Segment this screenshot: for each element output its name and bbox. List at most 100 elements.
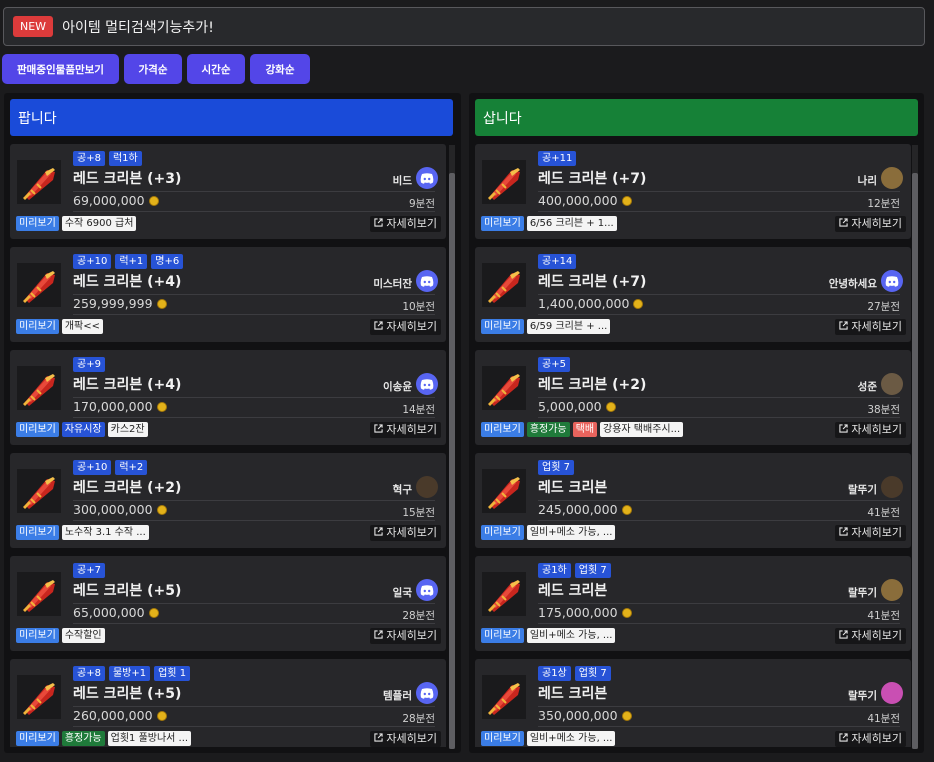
detail-button[interactable]: 자세히보기 [835,731,906,747]
photo-avatar[interactable] [881,167,903,189]
option-tags: 업횟 7 [538,460,574,475]
meso-coin-icon [621,607,632,618]
discord-icon[interactable] [881,270,903,292]
discord-icon[interactable] [416,682,438,704]
card-tags-row: 미리보기 자유시장 카스2잔 [16,422,148,437]
card-tags-row: 미리보기 6/56 크리븐 + 1... [481,216,617,231]
detail-button[interactable]: 자세히보기 [835,525,906,541]
detail-button[interactable]: 자세히보기 [370,319,441,335]
divider [73,191,435,192]
filter-selling-only-button[interactable]: 판매중인물품만보기 [2,54,119,84]
item-price: 1,400,000,000 [538,296,630,311]
listing-card[interactable]: 공1하 업횟 7 레드 크리븐 175,000,000 랄뚜기 41분전 미리보기 일비+메소… [475,556,911,651]
price-row: 350,000,000 [538,708,632,723]
listing-card[interactable]: 공+11 레드 크리븐 (+7) 400,000,000 나리 12분전 미리보기 6/56… [475,144,911,239]
discord-icon[interactable] [416,373,438,395]
photo-avatar[interactable] [881,682,903,704]
detail-button[interactable]: 자세히보기 [835,628,906,644]
buy-list[interactable]: 공+11 레드 크리븐 (+7) 400,000,000 나리 12분전 미리보기 6/56… [475,144,911,747]
sell-scroll-thumb[interactable] [449,173,455,749]
option-tag: 공+5 [538,357,570,372]
discord-icon[interactable] [416,270,438,292]
preview-tag[interactable]: 미리보기 [16,525,59,540]
divider [73,623,435,624]
listing-card[interactable]: 공+10 럭+1 명+6 레드 크리븐 (+4) 259,999,999 미스터잔 10분전… [10,247,446,342]
external-link-icon [839,217,849,231]
option-tags: 공+14 [538,254,577,269]
external-link-icon [374,526,384,540]
price-row: 1,400,000,000 [538,296,644,311]
note-tag: 강용자 택배주시... [600,422,684,437]
external-link-icon [839,629,849,643]
detail-button[interactable]: 자세히보기 [370,731,441,747]
item-icon [482,675,526,719]
note-tag: 일비+메소 가능, ... [526,525,616,540]
preview-tag[interactable]: 미리보기 [16,422,59,437]
posted-time: 38분전 [867,404,900,416]
listing-card[interactable]: 공+8 럭1하 레드 크리븐 (+3) 69,000,000 비드 9분전 미리보기 수작 6… [10,144,446,239]
listing-card[interactable]: 공1상 업횟 7 레드 크리븐 350,000,000 랄뚜기 41분전 미리보기 일비+메소… [475,659,911,747]
divider [73,314,435,315]
preview-tag[interactable]: 미리보기 [481,216,524,231]
option-tag: 물방+1 [108,666,151,681]
preview-tag[interactable]: 미리보기 [16,319,59,334]
meso-coin-icon [621,195,632,206]
detail-button[interactable]: 자세히보기 [370,216,441,232]
item-price: 5,000,000 [538,399,602,414]
note-tag: 수작 6900 급처 [61,216,137,231]
sort-enhance-button[interactable]: 강화순 [250,54,310,84]
item-price: 300,000,000 [73,502,153,517]
photo-avatar[interactable] [881,579,903,601]
buy-scroll-thumb[interactable] [912,173,918,749]
listing-card[interactable]: 공+8 물방+1 업횟 1 레드 크리븐 (+5) 260,000,000 템플러 28분전… [10,659,446,747]
posted-time: 41분전 [867,507,900,519]
detail-button[interactable]: 자세히보기 [370,422,441,438]
preview-tag[interactable]: 미리보기 [481,731,524,746]
item-icon [482,469,526,513]
listing-card[interactable]: 공+14 레드 크리븐 (+7) 1,400,000,000 안녕하세요 27분전 미리보… [475,247,911,342]
preview-tag[interactable]: 미리보기 [481,319,524,334]
preview-tag[interactable]: 미리보기 [481,525,524,540]
item-icon [482,160,526,204]
item-title: 레드 크리븐 (+4) [73,377,182,393]
detail-button[interactable]: 자세히보기 [835,422,906,438]
sell-list[interactable]: 공+8 럭1하 레드 크리븐 (+3) 69,000,000 비드 9분전 미리보기 수작 6… [10,144,446,747]
preview-tag[interactable]: 미리보기 [16,628,59,643]
seller-name: 혁구 [392,484,412,496]
photo-avatar[interactable] [881,373,903,395]
filter-bar: 판매중인물품만보기 가격순 시간순 강화순 [2,54,310,84]
option-tag: 업횟 1 [154,666,191,681]
discord-icon[interactable] [416,579,438,601]
option-tags: 공+5 [538,357,570,372]
notice-bar[interactable]: NEW 아이템 멀티검색기능추가! [3,7,925,46]
listing-card[interactable]: 공+7 레드 크리븐 (+5) 65,000,000 일국 28분전 미리보기 수작할인 자세… [10,556,446,651]
photo-avatar[interactable] [416,476,438,498]
listing-card[interactable]: 공+9 레드 크리븐 (+4) 170,000,000 이송윤 14분전 미리보기 자유시장… [10,350,446,445]
detail-button[interactable]: 자세히보기 [370,628,441,644]
listing-card[interactable]: 업횟 7 레드 크리븐 245,000,000 랄뚜기 41분전 미리보기 일비+메소 가능… [475,453,911,548]
detail-button[interactable]: 자세히보기 [835,216,906,232]
sort-price-button[interactable]: 가격순 [124,54,182,84]
item-title: 레드 크리븐 (+7) [538,274,647,290]
price-row: 5,000,000 [538,399,616,414]
buy-scrollbar[interactable] [912,145,918,749]
preview-tag[interactable]: 미리보기 [481,422,524,437]
photo-avatar[interactable] [881,476,903,498]
detail-label: 자세히보기 [851,320,902,333]
preview-tag[interactable]: 미리보기 [16,731,59,746]
item-price: 69,000,000 [73,193,145,208]
preview-tag[interactable]: 미리보기 [481,628,524,643]
sell-scrollbar[interactable] [449,145,455,749]
seller-name: 나리 [857,175,877,187]
sort-time-button[interactable]: 시간순 [187,54,245,84]
preview-tag[interactable]: 미리보기 [16,216,59,231]
posted-time: 9분전 [408,198,435,210]
detail-label: 자세히보기 [851,423,902,436]
discord-icon[interactable] [416,167,438,189]
seller-name: 성준 [857,381,877,393]
detail-button[interactable]: 자세히보기 [370,525,441,541]
seller-name: 미스터잔 [373,278,412,290]
listing-card[interactable]: 공+10 럭+2 레드 크리븐 (+2) 300,000,000 혁구 15분전 미리보기 노… [10,453,446,548]
detail-button[interactable]: 자세히보기 [835,319,906,335]
listing-card[interactable]: 공+5 레드 크리븐 (+2) 5,000,000 성준 38분전 미리보기 흥정가능 택배 강… [475,350,911,445]
